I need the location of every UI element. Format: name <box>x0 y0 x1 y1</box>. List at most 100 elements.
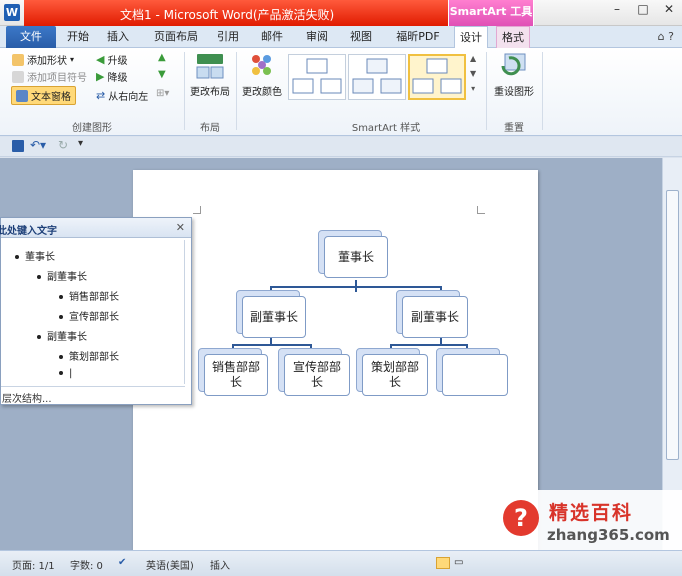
undo-icon[interactable]: ↶▾ <box>30 138 46 152</box>
language-indicator[interactable]: 英语(美国) <box>146 557 194 572</box>
save-icon[interactable] <box>12 140 24 152</box>
ribbon-separator <box>184 52 185 130</box>
quick-access-toolbar: ↶▾ ↻ ▾ <box>0 137 682 157</box>
full-screen-view-icon[interactable]: ▭ <box>454 557 463 568</box>
arrow-down-icon: ▼ <box>158 69 166 80</box>
text-pane-footer-link[interactable]: 层次结构... <box>1 386 185 405</box>
text-pane-title: 在此处键入文字 <box>0 226 57 237</box>
list-item-editing[interactable]: | <box>59 368 72 379</box>
list-item[interactable]: 副董事长 <box>37 268 87 283</box>
status-bar: 页面: 1/1 字数: 0 ✔ 英语(美国) 插入 ▭ <box>0 550 682 576</box>
layout-options-button[interactable]: ⊞▾ <box>156 88 169 99</box>
watermark-url: zhang365.com <box>547 526 670 544</box>
smartart-style-3-selected[interactable] <box>408 54 466 100</box>
smartart-style-2[interactable] <box>348 54 406 100</box>
window-controls: – □ ✕ <box>604 0 682 22</box>
proofing-icon[interactable]: ✔ <box>118 557 126 568</box>
close-icon[interactable]: ✕ <box>176 221 185 234</box>
gallery-more-icon: ▾ <box>471 84 476 93</box>
add-shape-button[interactable]: 添加形状 ▾ <box>12 52 74 67</box>
tab-review[interactable]: 审阅 <box>300 26 334 48</box>
org-node-empty[interactable] <box>442 354 508 396</box>
layouts-group-label: 布局 <box>200 123 220 134</box>
color-palette-icon <box>247 52 277 80</box>
watermark-title: 精选百科 <box>549 502 634 524</box>
smartart-diagram[interactable]: 董事长 副董事长 副董事长 销售部部长 宣传部部长 策划部部长 <box>196 220 516 410</box>
scrollbar-thumb[interactable] <box>666 190 679 460</box>
list-item[interactable]: 副董事长 <box>37 328 87 343</box>
minimize-button[interactable]: – <box>604 0 630 20</box>
smartart-styles-group-label: SmartArt 样式 <box>351 123 421 134</box>
page-count[interactable]: 页面: 1/1 <box>12 557 55 572</box>
change-layout-button[interactable]: 更改布局 <box>188 52 232 98</box>
promote-button[interactable]: ◀ 升级 <box>96 52 127 67</box>
right-to-left-button[interactable]: ⇄ 从右向左 <box>96 88 148 103</box>
move-down-button[interactable]: ▼ <box>158 69 166 80</box>
text-pane-header: 在此处键入文字 ✕ <box>0 218 191 238</box>
org-node-vice-chairman-1[interactable]: 副董事长 <box>242 296 306 338</box>
tab-view[interactable]: 视图 <box>344 26 378 48</box>
tab-mailings[interactable]: 邮件 <box>256 26 288 48</box>
window-title: 文档1 - Microsoft Word(产品激活失败) <box>120 8 335 22</box>
arrow-right-icon: ▶ <box>96 70 105 83</box>
create-graphic-group-label: 创建图形 <box>72 123 112 134</box>
add-shape-icon <box>12 53 24 66</box>
swap-icon: ⇄ <box>96 89 106 102</box>
print-layout-view-icon[interactable] <box>436 557 450 569</box>
smartart-style-1[interactable] <box>288 54 346 100</box>
layout-icon <box>195 52 225 80</box>
add-bullet-icon <box>12 70 24 83</box>
tab-page-layout[interactable]: 页面布局 <box>150 26 202 48</box>
ribbon: 添加形状 ▾ 添加项目符号 文本窗格 ◀ 升级 ▶ 降级 ⇄ 从右向左 ▲ ▼ … <box>0 48 682 136</box>
customize-qat-icon[interactable]: ▾ <box>78 138 83 149</box>
demote-button[interactable]: ▶ 降级 <box>96 69 127 84</box>
smartart-text-pane: 在此处键入文字 ✕ 董事长 副董事长 销售部部长 宣传部部长 副董事长 策划部部… <box>0 217 192 405</box>
move-up-button[interactable]: ▲ <box>158 52 166 63</box>
margin-mark <box>193 206 201 214</box>
text-pane-list: 董事长 副董事长 销售部部长 宣传部部长 副董事长 策划部部长 | <box>1 240 185 404</box>
chevron-down-icon: ▼ <box>470 69 477 78</box>
redo-icon[interactable]: ↻ <box>58 138 68 152</box>
arrow-left-icon: ◀ <box>96 53 105 66</box>
org-node-vice-chairman-2[interactable]: 副董事长 <box>402 296 468 338</box>
smartart-tools-label: SmartArt 工具 <box>448 0 534 26</box>
list-item[interactable]: 宣传部部长 <box>59 308 119 323</box>
list-item[interactable]: 策划部部长 <box>59 348 119 363</box>
tab-insert[interactable]: 插入 <box>102 26 134 48</box>
insert-mode[interactable]: 插入 <box>210 557 230 572</box>
help-icon[interactable]: ⌂ ? <box>658 30 674 43</box>
reset-graphic-icon <box>499 52 529 80</box>
org-node-chairman[interactable]: 董事长 <box>324 236 388 278</box>
style-gallery-scroll[interactable]: ▲ ▼ ▾ <box>470 54 476 93</box>
ribbon-tabs: 文件 开始 插入 页面布局 引用 邮件 审阅 视图 福昕PDF 设计 格式 ⌂ … <box>0 26 682 49</box>
change-colors-button[interactable]: 更改颜色 <box>240 52 284 98</box>
connector-line <box>390 344 468 346</box>
org-node-sales-head[interactable]: 销售部部长 <box>204 354 268 396</box>
title-bar: W 文档1 - Microsoft Word(产品激活失败) SmartArt … <box>0 0 682 26</box>
tab-foxit-pdf[interactable]: 福昕PDF <box>390 26 446 48</box>
word-count[interactable]: 字数: 0 <box>70 557 103 572</box>
chevron-up-icon: ▲ <box>470 54 477 63</box>
ribbon-separator <box>236 52 237 130</box>
close-button[interactable]: ✕ <box>656 0 682 20</box>
margin-mark <box>477 206 485 214</box>
org-node-publicity-head[interactable]: 宣传部部长 <box>284 354 350 396</box>
watermark: ? 精选百科 zhang365.com <box>495 490 682 550</box>
connector-line <box>270 286 442 288</box>
org-node-planning-head[interactable]: 策划部部长 <box>362 354 428 396</box>
tab-references[interactable]: 引用 <box>212 26 244 48</box>
text-pane-button[interactable]: 文本窗格 <box>11 86 76 105</box>
list-item[interactable]: 董事长 <box>15 248 55 263</box>
tab-format[interactable]: 格式 <box>496 26 530 48</box>
add-bullet-button[interactable]: 添加项目符号 <box>12 69 87 84</box>
tab-home[interactable]: 开始 <box>62 26 94 48</box>
tab-design[interactable]: 设计 <box>454 26 488 49</box>
maximize-button[interactable]: □ <box>630 0 656 20</box>
arrow-up-icon: ▲ <box>158 52 166 63</box>
reset-graphic-button[interactable]: 重设图形 <box>490 52 538 98</box>
word-app-icon[interactable]: W <box>4 4 20 21</box>
tab-file[interactable]: 文件 <box>6 26 56 48</box>
list-item[interactable]: 销售部部长 <box>59 288 119 303</box>
reset-group-label: 重置 <box>504 123 524 134</box>
org-layout-icon: ⊞▾ <box>156 88 170 99</box>
